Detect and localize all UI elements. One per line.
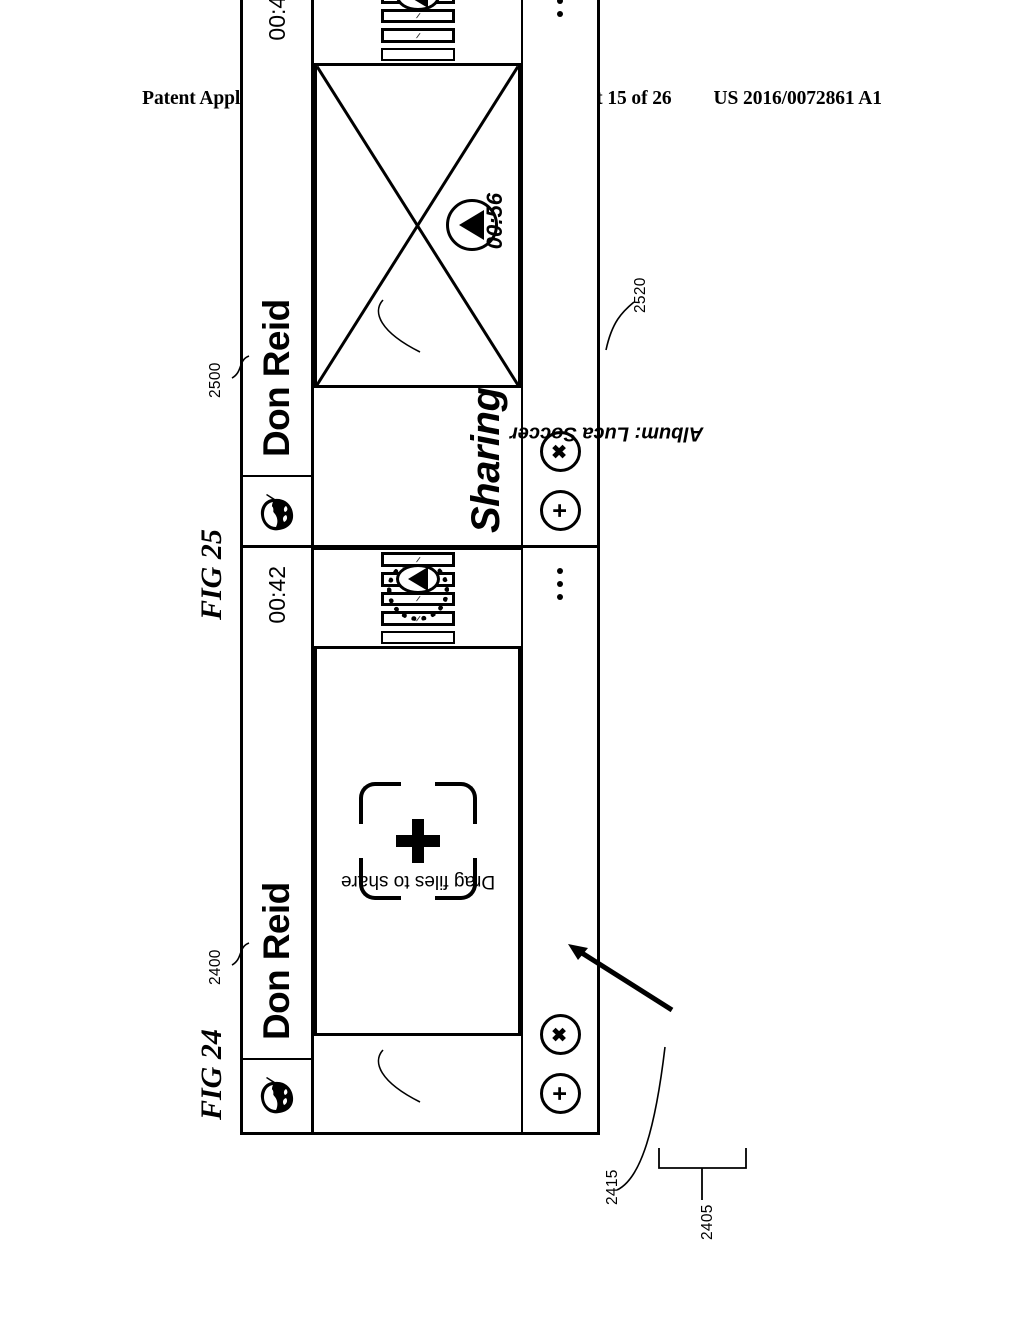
session-time-fig25: 00:42: [263, 0, 290, 41]
add-button-fig25[interactable]: +: [539, 490, 581, 531]
add-button-fig24[interactable]: +: [539, 1073, 581, 1114]
empty-placeholder-icon: [383, 633, 453, 642]
image-placeholder-icon: [415, 33, 420, 39]
sharing-title: Sharing: [464, 387, 508, 533]
stage-drop-zone-fig24[interactable]: Drag files to share: [314, 646, 521, 1033]
list-item[interactable]: [380, 552, 455, 567]
plus-icon: [396, 819, 440, 863]
three-dots-icon[interactable]: [557, 568, 563, 600]
image-placeholder-icon: [415, 556, 420, 563]
thumbnail-strip-fig24[interactable]: Album: Luca Soccer: [314, 423, 703, 646]
avatar[interactable]: [243, 475, 311, 549]
reference-numeral-2400: 2400: [207, 949, 224, 985]
selected-thumbnail[interactable]: [380, 559, 455, 622]
figure-label-fig24: FIG 24: [195, 1029, 228, 1120]
close-button-fig24[interactable]: ✖: [539, 1014, 581, 1055]
device-frame-fig25: Don Reid 00:42 Sharing 00:56 + ✖: [240, 0, 600, 552]
figure-label-fig25: FIG 25: [195, 529, 228, 620]
stage-video-preview-fig25[interactable]: 00:56: [314, 63, 521, 385]
album-label-fig24: Album: Luca Soccer: [510, 423, 704, 445]
sharing-panel-fig24: [314, 1033, 521, 1132]
content-row-fig24: Drag files to share Album: Luca Soccer: [314, 423, 703, 1132]
reference-numeral-2520: 2520: [632, 277, 649, 313]
image-placeholder-icon: [415, 13, 420, 19]
selection-ring-icon: [386, 559, 449, 622]
list-item[interactable]: [380, 631, 455, 644]
user-name-fig25: Don Reid: [256, 299, 297, 457]
drop-hint-text: Drag files to share: [340, 870, 495, 892]
app-bar-fig25: Don Reid 00:42: [243, 0, 314, 549]
list-item[interactable]: [380, 28, 455, 44]
thumbnail-strip-fig25[interactable]: Album: Luca Soccer: [314, 0, 521, 63]
avatar[interactable]: [243, 1058, 311, 1132]
reference-numeral-2500: 2500: [207, 362, 224, 398]
stage-duration: 00:56: [481, 193, 507, 250]
session-time-fig24: 00:42: [263, 566, 290, 624]
three-dots-icon[interactable]: [557, 0, 563, 17]
user-name-fig24: Don Reid: [256, 882, 297, 1040]
content-row-fig25: Sharing 00:56: [314, 0, 521, 549]
play-triangle-icon: [459, 210, 485, 241]
reference-numeral-2405: 2405: [699, 1204, 716, 1240]
action-bar-fig25: + ✖: [521, 0, 597, 549]
bracket-2405: [658, 1148, 747, 1169]
corner-bracket-icon: [434, 782, 477, 824]
app-bar-fig24: Don Reid 00:42: [243, 548, 314, 1132]
patent-number: US 2016/0072861 A1: [713, 88, 882, 109]
device-frame-fig24: Don Reid 00:42 Drag files to share Album…: [240, 423, 703, 1135]
user-avatar-icon: [260, 1077, 294, 1114]
leader-line-2415: [616, 1046, 666, 1191]
play-triangle-icon: [407, 0, 428, 9]
sharing-panel-fig25: Sharing: [314, 384, 521, 549]
action-bar-fig24: + ✖: [521, 548, 597, 1132]
user-avatar-icon: [260, 494, 294, 531]
empty-placeholder-icon: [383, 50, 453, 59]
leader-line-2520: [605, 301, 635, 351]
list-item[interactable]: [380, 48, 455, 61]
drop-target[interactable]: Drag files to share: [340, 782, 495, 900]
reference-numeral-2415: 2415: [604, 1169, 621, 1205]
corner-bracket-icon: [358, 782, 401, 824]
list-item-video[interactable]: [380, 0, 455, 12]
